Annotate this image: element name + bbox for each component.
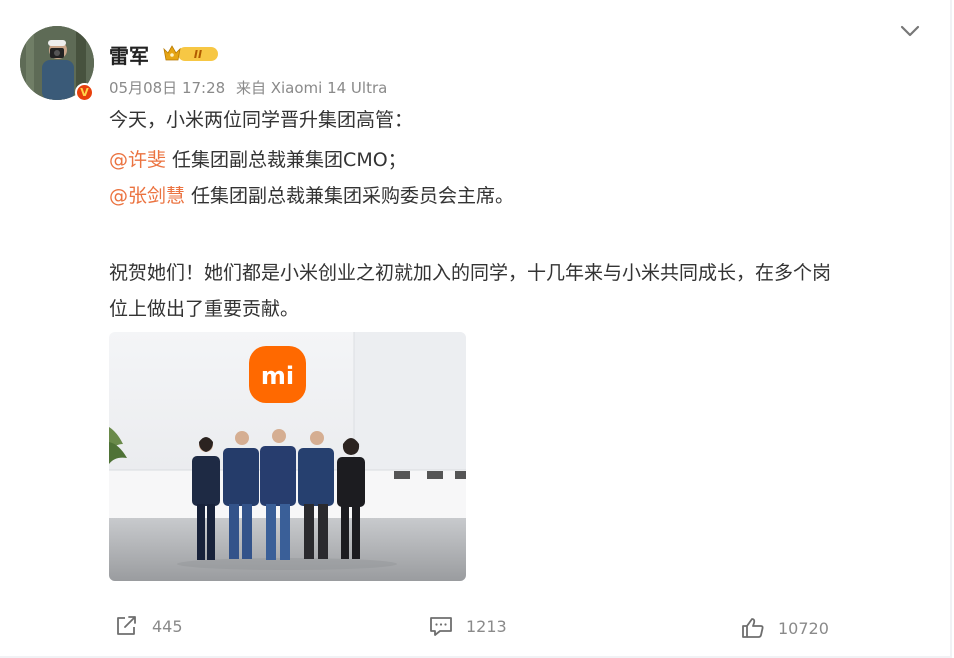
post-date[interactable]: 05月08日 17:28 bbox=[109, 79, 225, 97]
repost-count: 445 bbox=[152, 616, 183, 636]
mention-link-2[interactable]: @张剑慧 bbox=[109, 185, 185, 207]
post-text-line-3: @张剑慧 任集团副总裁兼集团采购委员会主席。 bbox=[109, 181, 514, 208]
vip-level-icon[interactable]: II bbox=[162, 43, 220, 63]
comment-button[interactable]: 1213 bbox=[428, 612, 507, 640]
repost-button[interactable]: 445 bbox=[114, 612, 183, 640]
post-text-line-3-body: 任集团副总裁兼集团采购委员会主席。 bbox=[185, 185, 515, 207]
verified-badge: V bbox=[75, 83, 94, 102]
post-text-line-1: 今天，小米两位同学晋升集团高管： bbox=[109, 109, 414, 131]
chevron-down-icon[interactable] bbox=[899, 20, 921, 42]
weibo-post-card: V 雷军 II 05月08日 17:28 来自 Xiaomi 14 Ultra … bbox=[0, 0, 952, 658]
comment-icon bbox=[430, 617, 452, 636]
vip-level-text: II bbox=[194, 48, 202, 61]
post-text-line-2: @许斐 任集团副总裁兼集团CMO； bbox=[109, 145, 407, 172]
post-meta: 05月08日 17:28 来自 Xiaomi 14 Ultra bbox=[109, 77, 393, 98]
author-name[interactable]: 雷军 bbox=[109, 40, 149, 69]
post-source: 来自 Xiaomi 14 Ultra bbox=[235, 79, 388, 97]
post-image[interactable]: mi bbox=[109, 332, 466, 581]
mention-link-1[interactable]: @许斐 bbox=[109, 149, 166, 171]
comment-count: 1213 bbox=[466, 616, 507, 636]
like-count: 10720 bbox=[778, 618, 829, 638]
post-text-line-5: 位上做出了重要贡献。 bbox=[109, 298, 300, 320]
post-text-line-4: 祝贺她们！她们都是小米创业之初就加入的同学，十几年来与小米共同成长，在多个岗 bbox=[109, 262, 832, 284]
repost-icon bbox=[117, 616, 136, 635]
post-text-line-2-body: 任集团副总裁兼集团CMO； bbox=[166, 149, 407, 171]
like-button[interactable]: 10720 bbox=[740, 614, 829, 642]
xiaomi-logo-text: mi bbox=[261, 362, 294, 390]
like-icon bbox=[742, 618, 764, 638]
